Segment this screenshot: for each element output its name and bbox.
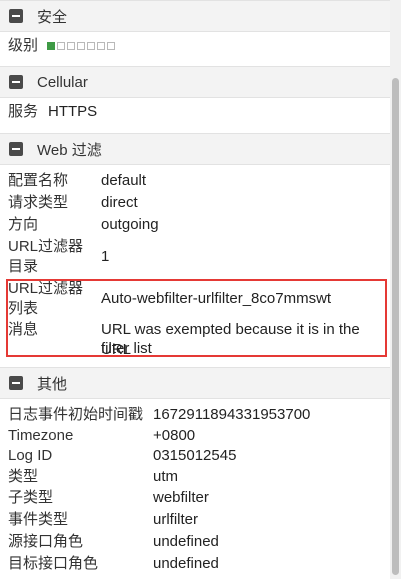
detail-label: URL过滤器 (8, 238, 84, 255)
detail-row: URL过滤器 列表 Auto-webfilter-urlfilter_8co7m… (8, 279, 388, 319)
service-value: HTTPS (48, 103, 98, 120)
detail-row: 事件类型 urlfilter (8, 510, 388, 530)
detail-row: URL过滤器 目录 1 (8, 237, 388, 277)
detail-label: 消息 (8, 321, 39, 338)
detail-value: outgoing (101, 216, 159, 233)
section-title: Web 过滤 (37, 141, 102, 159)
section-title: Cellular (37, 73, 88, 91)
level-box (107, 42, 115, 50)
detail-label: 列表 (8, 300, 39, 317)
detail-label: 目录 (8, 258, 39, 275)
detail-value: undefined (153, 533, 219, 550)
service-row: 服务 HTTPS (8, 102, 388, 122)
detail-row: 配置名称 default (8, 171, 388, 191)
detail-value: Auto-webfilter-urlfilter_8co7mmswt (101, 290, 332, 307)
detail-value: 1672911894331953700 (153, 406, 311, 423)
detail-label: Timezone (8, 427, 74, 444)
detail-row: 方向 outgoing (8, 215, 388, 235)
section-header-cellular[interactable]: Cellular (0, 66, 390, 98)
detail-label: 事件类型 (8, 511, 69, 528)
detail-label: 类型 (8, 468, 39, 485)
detail-label: Log ID (8, 447, 53, 464)
service-label: 服务 (8, 103, 39, 120)
detail-row: Log ID 0315012545 (8, 446, 388, 466)
log-details-panel: 安全 级别 Cellular 服务 HTTPS Web 过滤 配置名称 defa… (0, 0, 390, 579)
section-title: 安全 (37, 8, 68, 26)
detail-label: 目标接口角色 (8, 555, 99, 572)
detail-row: Timezone +0800 (8, 426, 388, 446)
detail-row: 类型 utm (8, 467, 388, 487)
section-header-web-filter[interactable]: Web 过滤 (0, 133, 390, 165)
collapse-icon[interactable] (9, 142, 23, 156)
detail-row: 源接口角色 undefined (8, 532, 388, 552)
detail-label: 子类型 (8, 489, 54, 506)
detail-value: 1 (101, 248, 110, 265)
detail-label: URL过滤器 (8, 280, 84, 297)
section-title: 其他 (37, 375, 68, 393)
detail-value: direct (101, 194, 138, 211)
detail-row: 请求类型 direct (8, 193, 388, 213)
level-box (47, 42, 55, 50)
collapse-icon[interactable] (9, 75, 23, 89)
detail-value: undefined (153, 555, 219, 572)
detail-label: 方向 (8, 216, 39, 233)
detail-row: 目标接口角色 undefined (8, 554, 388, 574)
detail-row: 日志事件初始时间戳 1672911894331953700 (8, 405, 388, 425)
detail-value: default (101, 172, 147, 189)
detail-row: 子类型 webfilter (8, 488, 388, 508)
level-indicator (47, 36, 115, 56)
section-header-security[interactable]: 安全 (0, 0, 390, 32)
level-box (57, 42, 65, 50)
detail-label: 配置名称 (8, 172, 69, 189)
security-level-row: 级别 (8, 36, 388, 56)
detail-value: 0315012545 (153, 447, 237, 464)
level-box (97, 42, 105, 50)
level-label: 级别 (8, 37, 39, 54)
level-box (87, 42, 95, 50)
collapse-icon[interactable] (9, 9, 23, 23)
collapse-icon[interactable] (9, 376, 23, 390)
vertical-scrollbar[interactable] (390, 0, 401, 579)
scrollbar-thumb[interactable] (392, 78, 399, 575)
detail-value: utm (153, 468, 179, 485)
level-box (67, 42, 75, 50)
detail-value: urlfilter (153, 511, 199, 528)
level-box (77, 42, 85, 50)
section-header-other[interactable]: 其他 (0, 367, 390, 399)
detail-value: webfilter (153, 489, 209, 506)
detail-value: filter list (101, 340, 152, 357)
detail-value: +0800 (153, 427, 196, 444)
detail-label: 请求类型 (8, 194, 69, 211)
detail-label: 源接口角色 (8, 533, 84, 550)
detail-label: 日志事件初始时间戳 (8, 406, 144, 423)
detail-row: 消息 URL was exempted because it is in the… (8, 320, 388, 360)
